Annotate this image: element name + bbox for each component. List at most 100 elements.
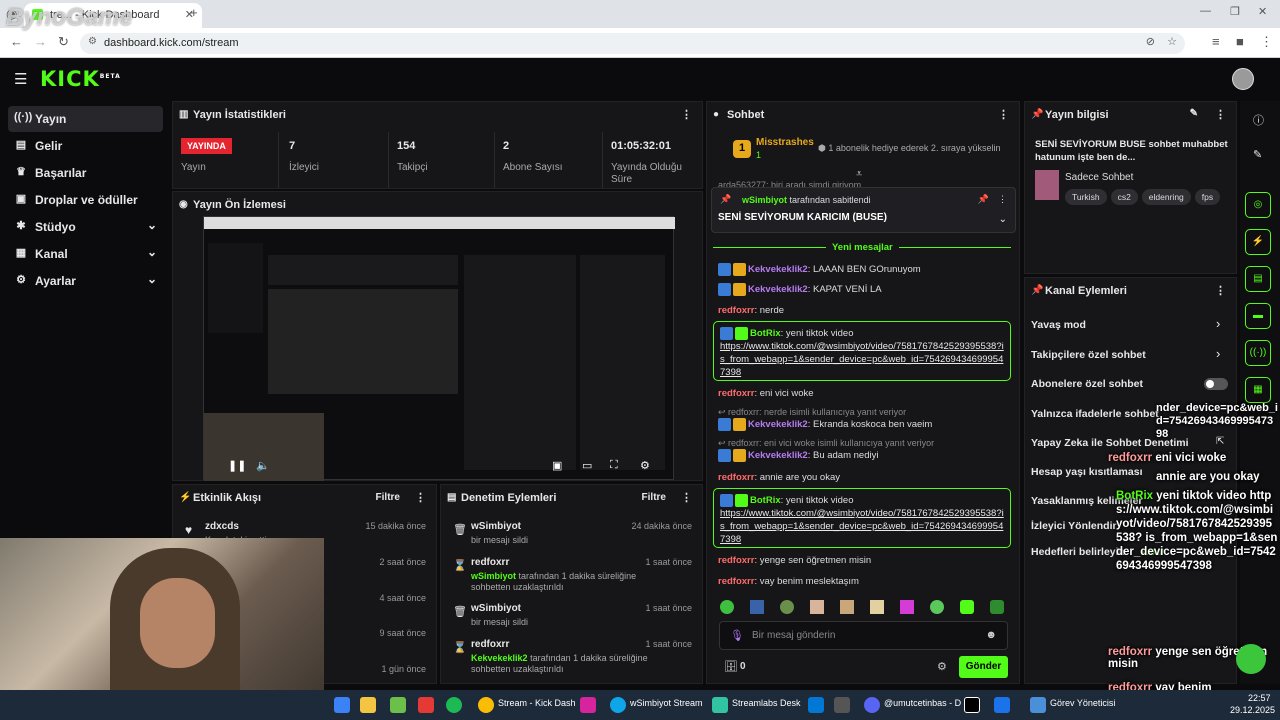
emote-icon[interactable] (840, 600, 854, 614)
action-subs-only[interactable]: Abonelere özel sohbet (1031, 378, 1143, 390)
theater-icon[interactable]: ▭ (582, 459, 592, 472)
more-options-icon[interactable]: ⋮ (998, 108, 1009, 121)
chat-username[interactable]: redfoxrr (718, 388, 754, 399)
tag[interactable]: cs2 (1110, 189, 1138, 205)
chat-username[interactable]: BotRix (750, 495, 781, 506)
subs-only-toggle[interactable] (1204, 378, 1228, 390)
action-raid[interactable]: İzleyici Yönlendir (1031, 520, 1117, 532)
unpin-icon[interactable]: 📌 (978, 194, 989, 205)
floating-chat-icon[interactable] (1236, 644, 1266, 674)
tiktok-icon[interactable] (964, 697, 980, 713)
action-goals[interactable]: Hedefleri belirleyin (1031, 546, 1125, 558)
action-account-age[interactable]: Hesap yaşı kısıtlaması (1031, 466, 1143, 478)
outlook-icon[interactable] (808, 697, 824, 713)
points-icon[interactable]: 🗄 (724, 660, 738, 673)
sidebar-item-studyo[interactable]: ✱ Stüdyo ⌄ (8, 214, 163, 240)
sidebar-item-kanal[interactable]: ▦ Kanal ⌄ (8, 241, 163, 267)
chat-username[interactable]: Kekvekeklik2 (748, 264, 808, 275)
capcut-icon[interactable] (834, 697, 850, 713)
kick-logo[interactable]: KICKBETA (40, 67, 121, 91)
tiktok-link[interactable]: https://www.tiktok.com/@wsimbiyot/video/… (720, 341, 1004, 378)
spotify-icon[interactable] (446, 697, 462, 713)
chat-username[interactable]: Kekvekeklik2 (748, 284, 808, 295)
stream-preview-video[interactable]: ❚❚ 🔈 ▣ ▭ ⛶ ⚙ (203, 216, 675, 481)
new-tab-icon[interactable]: + (190, 5, 198, 20)
more-options-icon[interactable]: ⋮ (998, 194, 1007, 205)
instagram-icon[interactable] (580, 697, 596, 713)
discord-icon[interactable] (864, 697, 880, 713)
streamlabs-icon[interactable] (712, 697, 728, 713)
action-emote-only[interactable]: Yalnızca ifadelerle sohbet (1031, 408, 1159, 420)
emoji-icon[interactable]: ☻ (985, 629, 997, 641)
sidebar-item-ayarlar[interactable]: ⚙ Ayarlar ⌄ (8, 268, 163, 294)
taskbar-app-label[interactable]: @umutcetinbas - D (884, 698, 961, 708)
chevron-right-icon[interactable]: › (1216, 346, 1220, 361)
fullscreen-icon[interactable]: ⛶ (610, 459, 618, 472)
chevron-right-icon[interactable]: › (1216, 316, 1220, 331)
chat-username[interactable]: redfoxrr (718, 305, 754, 316)
emote-icon[interactable] (900, 600, 914, 614)
eye-off-icon[interactable]: ⊘ (1146, 35, 1155, 48)
pip-icon[interactable]: ▣ (552, 459, 562, 472)
hamburger-menu-icon[interactable]: ☰ (14, 70, 27, 88)
chat-bubble-icon[interactable]: ▬ (1245, 303, 1271, 329)
category-name[interactable]: Sadece Sohbet (1065, 172, 1133, 183)
action-followers-only[interactable]: Takipçilere özel sohbet (1031, 349, 1146, 361)
broadcast-icon[interactable]: ((·)) (1245, 340, 1271, 366)
emote-icon[interactable] (990, 600, 1004, 614)
sidebar-item-basarilar[interactable]: ♛ Başarılar (8, 160, 163, 186)
taskbar-app-label[interactable]: Stream - Kick Dash (498, 698, 576, 708)
reading-list-icon[interactable]: ≡ (1212, 34, 1220, 49)
send-button[interactable]: Gönder (959, 656, 1008, 678)
action-slow-mode[interactable]: Yavaş mod (1031, 319, 1086, 331)
taskbar-app-label[interactable]: Streamlabs Desk (732, 698, 801, 708)
chat-settings-icon[interactable]: ⚙ (937, 660, 947, 673)
emote-icon[interactable] (870, 600, 884, 614)
taskbar-date[interactable]: 29.12.2025 (1230, 705, 1275, 715)
chevron-down-icon[interactable]: ⌄ (999, 214, 1007, 225)
app-icon[interactable] (390, 697, 406, 713)
address-bar[interactable]: ⚙ dashboard.kick.com/stream ⊘ ☆ (80, 33, 1185, 54)
chat-username[interactable]: redfoxrr (718, 576, 754, 587)
avatar[interactable] (1232, 68, 1254, 90)
app-icon[interactable] (994, 697, 1010, 713)
edit-pencil-icon[interactable]: ✎ (1253, 148, 1262, 161)
chat-username[interactable]: redfoxrr (718, 472, 754, 483)
lightning-icon[interactable]: ⚡ (1245, 229, 1271, 255)
tag[interactable]: Turkish (1065, 189, 1107, 205)
layout-icon[interactable]: ▦ (1245, 377, 1271, 403)
chat-username[interactable]: Kekvekeklik2 (748, 450, 808, 461)
more-options-icon[interactable]: ⋮ (1215, 108, 1226, 121)
back-icon[interactable]: ← (10, 34, 23, 49)
sidebar-item-gelir[interactable]: ▤ Gelir (8, 133, 163, 159)
chrome-icon[interactable] (478, 697, 494, 713)
file-explorer-icon[interactable] (334, 697, 350, 713)
gift-leader-name[interactable]: Misstrashes (756, 137, 814, 148)
chat-username[interactable]: BotRix (750, 328, 781, 339)
moderation-filter-button[interactable]: Filtre (642, 492, 666, 503)
browser-more-icon[interactable]: ⋮ (1260, 34, 1273, 50)
reload-icon[interactable]: ↻ (58, 34, 69, 50)
more-options-icon[interactable]: ⋮ (415, 491, 426, 504)
maximize-icon[interactable]: ❐ (1230, 5, 1240, 18)
activity-filter-button[interactable]: Filtre (376, 492, 400, 503)
emote-icon[interactable] (750, 600, 764, 614)
tiktok-link[interactable]: https://www.tiktok.com/@wsimbiyot/video/… (720, 508, 1004, 545)
edit-pencil-icon[interactable]: ✎ (1190, 108, 1198, 119)
more-options-icon[interactable]: ⋮ (1215, 284, 1226, 297)
pause-icon[interactable]: ❚❚ (228, 459, 246, 472)
widget-toggle-icon[interactable]: ◎ (1245, 192, 1271, 218)
microphone-icon[interactable]: 🎙 (730, 629, 744, 642)
minimize-icon[interactable]: — (1200, 5, 1211, 17)
youtube-icon[interactable] (418, 697, 434, 713)
tag[interactable]: fps (1194, 189, 1221, 205)
pinned-message[interactable]: 📌 wSimbiyot tarafından sabitlendi SENİ S… (711, 187, 1016, 233)
site-info-icon[interactable]: ⚙ (88, 36, 97, 47)
taskbar-app-label[interactable]: wSimbiyot Stream (630, 698, 703, 708)
emote-icon[interactable] (780, 600, 794, 614)
edge-icon[interactable] (610, 697, 626, 713)
chat-username[interactable]: redfoxrr (718, 555, 754, 566)
taskbar-app-label[interactable]: Görev Yöneticisi (1050, 698, 1115, 708)
chat-username[interactable]: Kekvekeklik2 (748, 419, 808, 430)
more-options-icon[interactable]: ⋮ (681, 108, 692, 121)
